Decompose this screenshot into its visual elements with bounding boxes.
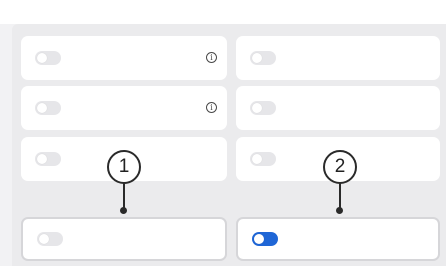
callout-marker-1: 1 <box>107 150 141 184</box>
toggle-switch-2[interactable] <box>250 51 276 65</box>
toggle-knob <box>252 154 262 164</box>
toggle-knob <box>252 53 262 63</box>
info-icon[interactable]: i <box>206 52 217 63</box>
callout-dot-1 <box>120 207 127 214</box>
top-bar <box>0 0 446 24</box>
toggle-switch-4[interactable] <box>250 101 276 115</box>
toggle-switch-5[interactable] <box>35 152 61 166</box>
toggle-knob <box>37 103 47 113</box>
callout-marker-2: 2 <box>323 150 357 184</box>
toggle-knob <box>37 53 47 63</box>
callout-dot-2 <box>336 207 343 214</box>
toggle-knob <box>252 103 262 113</box>
toggle-switch-7[interactable] <box>37 232 63 246</box>
toggle-switch-1[interactable] <box>35 51 61 65</box>
toggle-switch-6[interactable] <box>250 152 276 166</box>
setting-card-3: i <box>21 86 227 130</box>
toggle-switch-3[interactable] <box>35 101 61 115</box>
setting-card-2 <box>236 36 440 80</box>
toggle-knob <box>254 234 264 244</box>
toggle-knob <box>37 154 47 164</box>
callout-leader-2 <box>339 183 341 210</box>
callout-leader-1 <box>123 183 125 210</box>
setting-card-1: i <box>21 36 227 80</box>
setting-card-7 <box>21 217 227 261</box>
toggle-knob <box>39 234 49 244</box>
setting-card-4 <box>236 86 440 130</box>
toggle-switch-8[interactable] <box>252 232 278 246</box>
setting-card-8 <box>236 217 440 261</box>
info-icon[interactable]: i <box>206 102 217 113</box>
